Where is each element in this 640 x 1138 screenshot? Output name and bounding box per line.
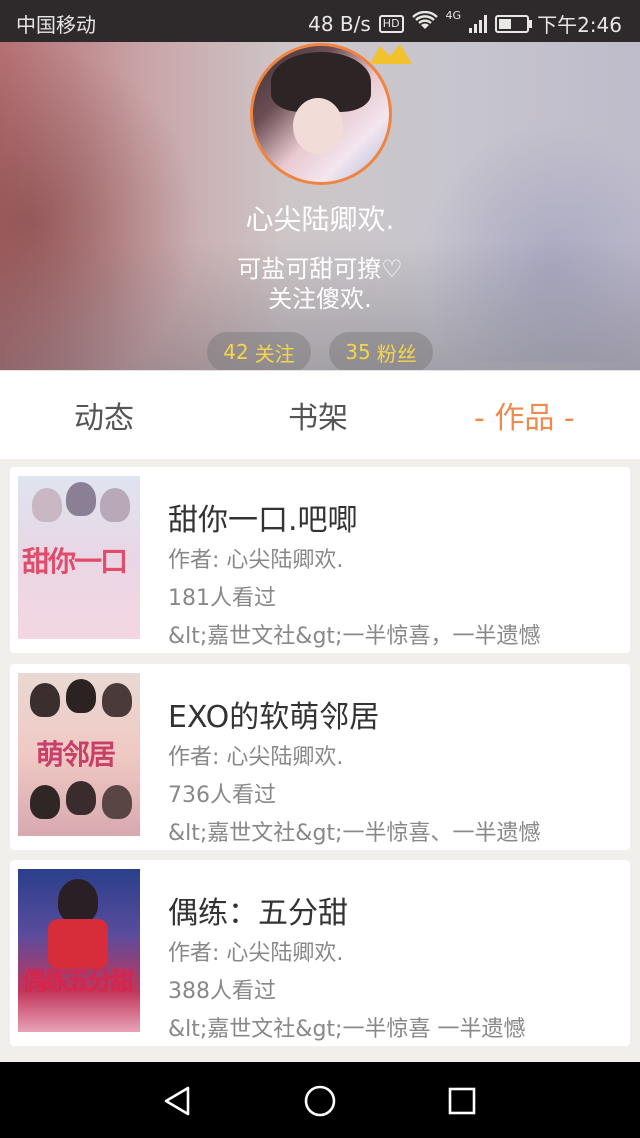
tab-activity[interactable]: 动态 <box>74 393 134 437</box>
crown-icon <box>370 44 412 64</box>
tab-works[interactable]: - 作品 - <box>474 393 575 437</box>
following-label: 关注 <box>254 341 295 366</box>
book-cover: 偶练五分甜 <box>18 869 140 1032</box>
book-card[interactable]: 偶练五分甜 偶练：五分甜 作者: 心尖陆卿欢. 388人看过 &lt;嘉世文社&… <box>10 860 630 1046</box>
book-title: 偶练：五分甜 <box>168 896 348 931</box>
clock: 下午2:46 <box>537 13 622 37</box>
book-views: 388人看过 <box>168 979 276 1004</box>
book-title: 甜你一口.吧唧 <box>168 503 358 538</box>
wifi-icon <box>411 10 438 36</box>
recents-square-icon[interactable] <box>445 1084 479 1118</box>
book-card[interactable]: 萌邻居 EXO的软萌邻居 作者: 心尖陆卿欢. 736人看过 &lt;嘉世文社&… <box>10 664 630 850</box>
profile-tabs: 动态 书架 - 作品 - <box>0 370 640 459</box>
fans-label: 粉丝 <box>376 341 417 366</box>
book-cover: 萌邻居 <box>18 673 140 836</box>
system-nav-bar <box>0 1062 640 1138</box>
bio-line-1: 可盐可甜可撩♡ <box>237 255 403 283</box>
fans-count: 35 <box>345 340 371 364</box>
network-type: 4G <box>445 9 462 22</box>
status-bar: 中国移动 48 B/s HD 4G 下午2:46 <box>0 0 640 42</box>
tab-bookshelf[interactable]: 书架 <box>288 393 348 437</box>
book-title: EXO的软萌邻居 <box>168 700 380 735</box>
book-description: &lt;嘉世文社&gt;一半惊喜 一半遗憾 <box>168 1017 526 1042</box>
book-cover: 甜你一口 <box>18 476 140 639</box>
cover-title: 萌邻居 <box>36 738 116 771</box>
bio: 可盐可甜可撩♡ 关注傻欢. <box>0 254 640 314</box>
book-author: 作者: 心尖陆卿欢. <box>168 548 344 573</box>
hd-badge: HD <box>378 14 404 33</box>
book-description: &lt;嘉世文社&gt;一半惊喜，一半遗憾 <box>168 624 541 649</box>
following-count-button[interactable]: 42 关注 <box>207 332 311 370</box>
home-circle-icon[interactable] <box>303 1084 337 1118</box>
cover-title: 偶练五分甜 <box>22 966 134 995</box>
book-author: 作者: 心尖陆卿欢. <box>168 941 344 966</box>
profile-header: 心尖陆卿欢. 可盐可甜可撩♡ 关注傻欢. 42 关注 35 粉丝 <box>0 42 640 370</box>
book-description: &lt;嘉世文社&gt;一半惊喜、一半遗憾 <box>168 821 541 846</box>
battery-icon <box>495 14 533 33</box>
book-author: 作者: 心尖陆卿欢. <box>168 745 344 770</box>
book-views: 181人看过 <box>168 586 276 611</box>
book-views: 736人看过 <box>168 783 276 808</box>
fans-count-button[interactable]: 35 粉丝 <box>329 332 433 370</box>
bio-line-2: 关注傻欢. <box>268 285 372 313</box>
back-triangle-icon[interactable] <box>160 1084 194 1118</box>
signal-icon <box>469 14 488 33</box>
username: 心尖陆卿欢. <box>245 203 395 236</box>
following-count: 42 <box>223 340 249 364</box>
book-card[interactable]: 甜你一口 甜你一口.吧唧 作者: 心尖陆卿欢. 181人看过 &lt;嘉世文社&… <box>10 467 630 653</box>
carrier-name: 中国移动 <box>16 13 96 37</box>
network-speed: 48 B/s <box>308 11 371 36</box>
cover-title: 甜你一口 <box>22 545 128 578</box>
status-right: 48 B/s HD 4G 下午2:46 <box>308 9 622 38</box>
